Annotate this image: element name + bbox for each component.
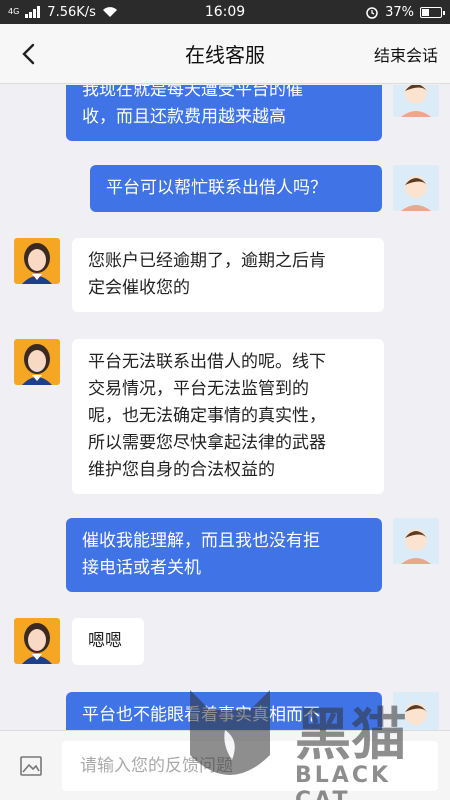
input-bar xyxy=(0,730,450,800)
message-bubble-agent: 您账户已经逾期了，逾期之后肯 定会催收您的 xyxy=(72,238,384,312)
user-avatar[interactable] xyxy=(393,518,439,564)
image-icon xyxy=(20,755,42,776)
agent-avatar[interactable] xyxy=(14,339,60,385)
message-line: 您账户已经逾期了，逾期之后肯 xyxy=(88,251,326,271)
message-line: 维护您自身的合法权益的 xyxy=(88,460,275,480)
message-line: 所以需要您尽快拿起法律的武器 xyxy=(88,433,326,453)
agent-face-icon xyxy=(22,623,52,664)
end-session-button[interactable]: 结束会话 xyxy=(374,42,438,66)
message-bubble-agent: 平台无法联系出借人的呢。线下 交易情况，平台无法监管到的 呢，也无法确定事情的真… xyxy=(72,339,384,494)
agent-avatar[interactable] xyxy=(14,238,60,284)
agent-avatar[interactable] xyxy=(14,618,60,664)
message-bubble-me: 平台也不能眼看着事实真相而不 xyxy=(66,692,382,730)
user-avatar[interactable] xyxy=(393,692,439,730)
user-face-icon xyxy=(393,692,439,730)
user-avatar[interactable] xyxy=(393,85,439,117)
message-line: 呢，也无法确定事情的真实性， xyxy=(88,406,326,426)
message-line: 嗯嗯 xyxy=(88,631,122,651)
user-face-icon xyxy=(393,165,439,211)
user-face-icon xyxy=(393,85,439,117)
message-bubble-me: 我现在就是每天遭受平台的催 收，而且还款费用越来越高 xyxy=(66,85,382,141)
status-time: 16:09 xyxy=(204,4,246,20)
chat-list[interactable]: 我现在就是每天遭受平台的催 收，而且还款费用越来越高 平台可以帮忙联系出借人吗？… xyxy=(0,85,450,730)
back-button[interactable] xyxy=(0,24,56,84)
message-line: 接电话或者关机 xyxy=(82,558,201,578)
message-bubble-me: 催收我能理解，而且我也没有拒 接电话或者关机 xyxy=(66,518,382,592)
battery-icon xyxy=(420,6,445,18)
message-line: 收，而且还款费用越来越高 xyxy=(82,107,286,127)
feedback-input-container xyxy=(62,741,438,791)
message-line: 平台也不能眼看着事实真相而不 xyxy=(82,705,320,725)
message-bubble-me: 平台可以帮忙联系出借人吗？ xyxy=(90,165,382,212)
message-line: 定会催收您的 xyxy=(88,278,190,298)
agent-face-icon xyxy=(22,344,52,385)
agent-face-icon xyxy=(22,243,52,284)
message-line: 催收我能理解，而且我也没有拒 xyxy=(82,531,320,551)
feedback-input[interactable] xyxy=(62,741,438,791)
chevron-left-icon xyxy=(22,43,35,64)
message-line: 平台无法联系出借人的呢。线下 xyxy=(88,352,326,372)
message-line: 我现在就是每天遭受平台的催 xyxy=(82,85,303,100)
image-upload-button[interactable] xyxy=(0,731,62,800)
message-line: 交易情况，平台无法监管到的 xyxy=(88,379,309,399)
user-face-icon xyxy=(393,518,439,564)
nav-bar: 在线客服 结束会话 xyxy=(0,24,450,84)
user-avatar[interactable] xyxy=(393,165,439,211)
status-bar: 4G 7.56K/s 16:09 37% xyxy=(0,0,450,24)
message-bubble-agent: 嗯嗯 xyxy=(72,618,144,665)
message-line: 平台可以帮忙联系出借人吗？ xyxy=(106,178,327,198)
